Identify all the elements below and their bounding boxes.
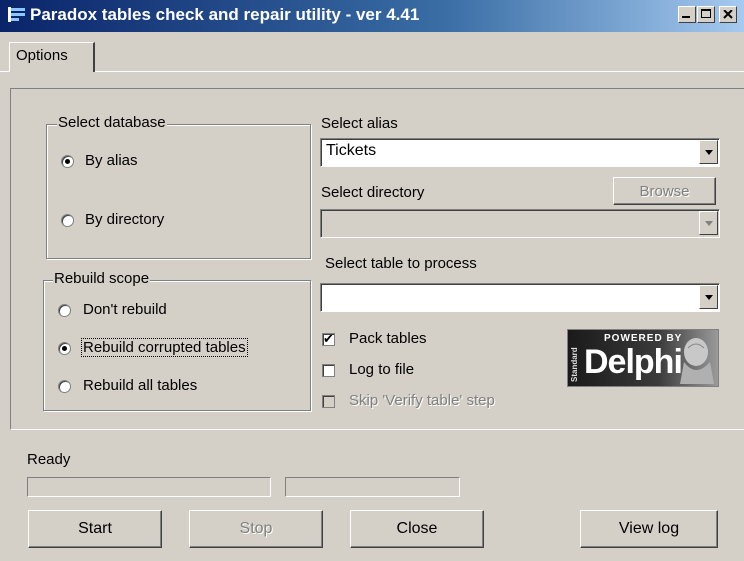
stop-button[interactable]: Stop xyxy=(189,510,323,548)
table-select[interactable] xyxy=(320,283,720,312)
close-window-button[interactable] xyxy=(719,6,737,23)
radio-rebuild-corrupted-label[interactable]: Rebuild corrupted tables xyxy=(81,338,248,357)
alias-value: Tickets xyxy=(326,142,377,159)
radio-by-alias[interactable] xyxy=(61,155,74,168)
table-dropdown-button[interactable] xyxy=(699,285,718,309)
select-database-title: Select database xyxy=(57,114,167,131)
select-database-group xyxy=(46,124,311,259)
app-icon xyxy=(8,7,25,22)
radio-dont-rebuild-label[interactable]: Don't rebuild xyxy=(83,301,167,318)
chevron-down-icon xyxy=(705,221,713,226)
minimize-icon xyxy=(682,16,690,18)
alias-dropdown-button[interactable] xyxy=(699,140,718,164)
maximize-button[interactable] xyxy=(697,6,715,23)
directory-dropdown-button[interactable] xyxy=(699,211,718,235)
logo-delphi-text: Delphi xyxy=(584,343,683,381)
close-icon xyxy=(723,10,733,19)
status-text: Ready xyxy=(27,451,71,468)
close-button[interactable]: Close xyxy=(350,510,484,548)
tab-strip-line xyxy=(95,71,744,72)
window-title: Paradox tables check and repair utility … xyxy=(30,5,420,24)
radio-by-alias-label[interactable]: By alias xyxy=(85,152,138,169)
radio-by-directory[interactable] xyxy=(61,214,74,227)
statue-head-icon xyxy=(680,338,714,384)
title-bar[interactable]: Paradox tables check and repair utility … xyxy=(0,0,744,32)
progress-bar-primary xyxy=(27,477,271,497)
minimize-button[interactable] xyxy=(678,6,696,23)
log-to-file-checkbox[interactable] xyxy=(322,364,335,377)
tab-strip-line-left xyxy=(0,71,9,72)
radio-rebuild-all[interactable] xyxy=(58,380,71,393)
select-table-label: Select table to process xyxy=(325,255,477,272)
start-button[interactable]: Start xyxy=(28,510,162,548)
radio-dont-rebuild[interactable] xyxy=(58,304,71,317)
select-directory-label: Select directory xyxy=(321,184,425,201)
log-to-file-label[interactable]: Log to file xyxy=(349,361,414,378)
skip-verify-label[interactable]: Skip 'Verify table' step xyxy=(349,392,495,409)
radio-rebuild-corrupted[interactable] xyxy=(58,342,71,355)
tab-options[interactable]: Options xyxy=(9,42,95,72)
radio-by-directory-label[interactable]: By directory xyxy=(85,211,164,228)
rebuild-scope-title: Rebuild scope xyxy=(53,270,151,287)
pack-tables-checkbox[interactable] xyxy=(322,331,335,347)
maximize-icon xyxy=(701,9,711,18)
select-alias-label: Select alias xyxy=(321,115,398,132)
chevron-down-icon xyxy=(705,295,713,300)
delphi-logo: Standard POWERED BY Delphi xyxy=(567,329,719,387)
browse-button[interactable]: Browse xyxy=(613,177,716,205)
alias-select[interactable]: Tickets xyxy=(320,138,720,167)
logo-side-text: Standard xyxy=(570,347,579,382)
skip-verify-checkbox[interactable] xyxy=(322,395,335,408)
chevron-down-icon xyxy=(705,150,713,155)
view-log-button[interactable]: View log xyxy=(580,510,718,548)
radio-rebuild-all-label[interactable]: Rebuild all tables xyxy=(83,377,197,394)
progress-bar-secondary xyxy=(285,477,460,497)
directory-select[interactable] xyxy=(320,209,720,238)
pack-tables-label[interactable]: Pack tables xyxy=(349,330,427,347)
